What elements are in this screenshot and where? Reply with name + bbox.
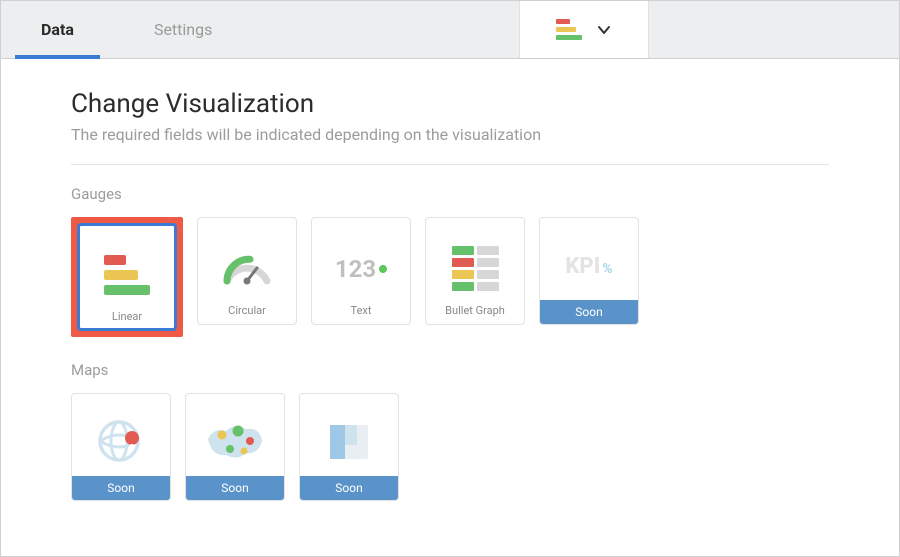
highlight-linear: Linear xyxy=(71,217,183,337)
page-subtitle: The required fields will be indicated de… xyxy=(71,125,829,144)
card-bullet-label: Bullet Graph xyxy=(445,305,505,316)
card-circular-label: Circular xyxy=(228,305,266,316)
bullet-graph-icon xyxy=(452,246,499,291)
card-kpi-soon[interactable]: KPI % Soon xyxy=(539,217,639,325)
soon-badge: Soon xyxy=(72,476,170,500)
soon-badge: Soon xyxy=(300,476,398,500)
card-linear[interactable]: Linear xyxy=(77,223,177,331)
card-bullet-graph[interactable]: Bullet Graph xyxy=(425,217,525,325)
section-label-maps: Maps xyxy=(71,361,829,379)
kpi-icon: KPI % xyxy=(565,254,612,279)
card-linear-label: Linear xyxy=(112,311,142,322)
card-map-world[interactable]: Soon xyxy=(185,393,285,501)
visualization-dropdown-button[interactable] xyxy=(519,1,649,58)
soon-badge: Soon xyxy=(540,300,638,324)
card-text-label: Text xyxy=(351,305,372,316)
maps-row: Soon Soon xyxy=(71,393,829,501)
section-label-gauges: Gauges xyxy=(71,185,829,203)
card-map-tile[interactable]: Soon xyxy=(299,393,399,501)
globe-pin-icon xyxy=(94,417,148,467)
gauges-row: Linear Circular xyxy=(71,217,829,337)
tab-data[interactable]: Data xyxy=(1,1,114,58)
tab-settings[interactable]: Settings xyxy=(114,1,252,58)
divider xyxy=(71,164,829,165)
app-frame: Data Settings Change Visualization The r… xyxy=(0,0,900,557)
tab-settings-label: Settings xyxy=(154,20,212,39)
circular-gauge-icon xyxy=(219,249,275,289)
card-map-globe[interactable]: Soon xyxy=(71,393,171,501)
linear-gauge-icon xyxy=(556,19,582,40)
text-gauge-icon: 123 xyxy=(335,255,387,283)
tab-data-label: Data xyxy=(41,20,74,39)
page-title: Change Visualization xyxy=(71,89,829,119)
card-circular[interactable]: Circular xyxy=(197,217,297,325)
chevron-down-icon xyxy=(596,22,612,38)
tile-map-icon xyxy=(324,419,374,465)
soon-badge: Soon xyxy=(186,476,284,500)
tab-bar: Data Settings xyxy=(1,1,899,59)
content-area: Change Visualization The required fields… xyxy=(1,59,899,556)
card-text[interactable]: 123 Text xyxy=(311,217,411,325)
world-dots-icon xyxy=(204,419,266,465)
linear-gauge-icon xyxy=(104,255,150,295)
